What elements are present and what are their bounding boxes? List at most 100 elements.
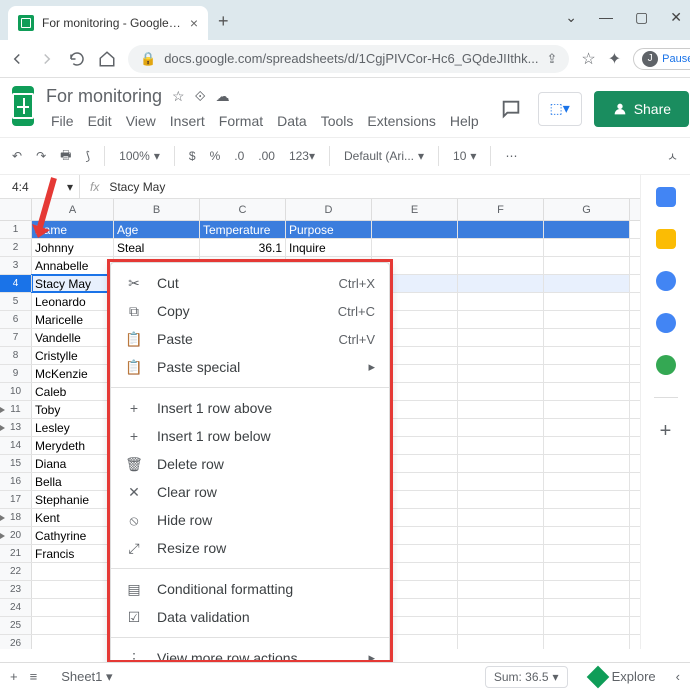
address-bar[interactable]: 🔒 docs.google.com/spreadsheets/d/1CgjPIV… xyxy=(128,45,569,73)
row-header[interactable]: 8 xyxy=(0,347,32,364)
ctx-insert-below[interactable]: +Insert 1 row below xyxy=(111,422,389,450)
cell[interactable] xyxy=(32,563,114,580)
row-header[interactable]: 6 xyxy=(0,311,32,328)
maps-icon[interactable] xyxy=(656,355,676,375)
extensions-icon[interactable]: ✦ xyxy=(608,49,621,69)
row-header[interactable]: 9 xyxy=(0,365,32,382)
browser-tab[interactable]: For monitoring - Google Sheets × xyxy=(8,6,208,40)
share-url-icon[interactable]: ⇪ xyxy=(546,51,557,67)
row-header[interactable]: 5 xyxy=(0,293,32,310)
row-header[interactable]: 1 xyxy=(0,221,32,238)
font-size[interactable]: 10▾ xyxy=(453,149,476,163)
menu-tools[interactable]: Tools xyxy=(316,111,359,131)
explore-button[interactable]: Explore xyxy=(590,669,656,685)
cell[interactable]: Merydeth xyxy=(32,437,114,454)
more-formats-icon[interactable]: 123▾ xyxy=(289,149,315,163)
cell[interactable]: Maricelle xyxy=(32,311,114,328)
row-header[interactable]: 24 xyxy=(0,599,32,616)
header-cell[interactable]: Age xyxy=(114,221,200,238)
col-header[interactable]: B xyxy=(114,199,200,220)
currency-icon[interactable]: $ xyxy=(189,149,196,163)
cell[interactable] xyxy=(32,599,114,616)
ctx-clear-row[interactable]: ✕Clear row xyxy=(111,478,389,506)
move-icon[interactable]: ⟐ xyxy=(195,88,206,105)
col-header[interactable]: A xyxy=(32,199,114,220)
add-sheet-icon[interactable]: + xyxy=(10,669,18,684)
col-header[interactable]: E xyxy=(372,199,458,220)
row-header[interactable]: 14 xyxy=(0,437,32,454)
document-title[interactable]: For monitoring xyxy=(46,86,162,107)
ctx-cut[interactable]: ✂CutCtrl+X xyxy=(111,269,389,297)
decrease-decimal-icon[interactable]: .0 xyxy=(234,149,244,163)
more-toolbar-icon[interactable]: ⋯ xyxy=(505,149,517,163)
menu-insert[interactable]: Insert xyxy=(165,111,210,131)
ctx-paste-special[interactable]: 📋Paste special▸ xyxy=(111,353,389,381)
close-tab-icon[interactable]: × xyxy=(190,15,198,31)
calendar-icon[interactable] xyxy=(656,187,676,207)
cell[interactable]: Kent xyxy=(32,509,114,526)
row-header[interactable]: 21 xyxy=(0,545,32,562)
col-header[interactable]: C xyxy=(200,199,286,220)
sheets-logo-icon[interactable] xyxy=(12,86,34,126)
header-cell[interactable]: Purpose xyxy=(286,221,372,238)
row-header[interactable]: 7 xyxy=(0,329,32,346)
all-sheets-icon[interactable]: ≡ xyxy=(30,669,38,684)
row-header[interactable]: 4 xyxy=(0,275,32,292)
col-header[interactable]: G xyxy=(544,199,630,220)
new-tab-button[interactable]: + xyxy=(218,11,229,32)
menu-extensions[interactable]: Extensions xyxy=(362,111,440,131)
tasks-icon[interactable] xyxy=(656,271,676,291)
profile-paused[interactable]: J Paused xyxy=(633,48,690,70)
keep-icon[interactable] xyxy=(656,229,676,249)
row-header[interactable]: 11 xyxy=(0,401,32,418)
header-cell[interactable]: Temperature xyxy=(200,221,286,238)
cell[interactable] xyxy=(32,635,114,649)
percent-icon[interactable]: % xyxy=(210,149,221,163)
ctx-delete-row[interactable]: 🗑Delete row xyxy=(111,450,389,478)
add-panel-icon[interactable]: + xyxy=(660,420,672,443)
star-icon[interactable]: ☆ xyxy=(172,88,185,105)
reload-icon[interactable] xyxy=(68,50,86,68)
ctx-insert-above[interactable]: +Insert 1 row above xyxy=(111,394,389,422)
row-header[interactable]: 18 xyxy=(0,509,32,526)
sheet-tab[interactable]: Sheet1 ▾ xyxy=(49,666,124,688)
comments-icon[interactable] xyxy=(496,94,526,124)
redo-icon[interactable]: ↷ xyxy=(36,149,46,163)
cloud-status-icon[interactable]: ☁ xyxy=(216,88,230,105)
minimize-icon[interactable]: — xyxy=(599,9,613,26)
contacts-icon[interactable] xyxy=(656,313,676,333)
row-header[interactable]: 23 xyxy=(0,581,32,598)
row-header[interactable]: 17 xyxy=(0,491,32,508)
menu-help[interactable]: Help xyxy=(445,111,484,131)
row-header[interactable]: 26 xyxy=(0,635,32,649)
cell[interactable]: Vandelle xyxy=(32,329,114,346)
row-header[interactable]: 15 xyxy=(0,455,32,472)
side-panel-toggle-icon[interactable]: ‹ xyxy=(676,669,680,684)
row-header[interactable]: 16 xyxy=(0,473,32,490)
col-header[interactable]: D xyxy=(286,199,372,220)
cell[interactable]: Stephanie xyxy=(32,491,114,508)
ctx-paste[interactable]: 📋PasteCtrl+V xyxy=(111,325,389,353)
cell[interactable]: Leonardo xyxy=(32,293,114,310)
menu-data[interactable]: Data xyxy=(272,111,312,131)
col-header[interactable]: F xyxy=(458,199,544,220)
cell[interactable] xyxy=(32,617,114,634)
cell[interactable]: Stacy May xyxy=(32,275,114,292)
menu-format[interactable]: Format xyxy=(214,111,268,131)
cell[interactable]: Lesley xyxy=(32,419,114,436)
cell[interactable] xyxy=(32,581,114,598)
header-cell[interactable]: Name xyxy=(32,221,114,238)
row-header[interactable]: 2 xyxy=(0,239,32,256)
cell[interactable]: Bella xyxy=(32,473,114,490)
ctx-resize-row[interactable]: ⤢Resize row xyxy=(111,534,389,562)
toolbar-collapse-icon[interactable]: ㅅ xyxy=(667,148,678,165)
cell[interactable]: Annabelle xyxy=(32,257,114,274)
row-header[interactable]: 25 xyxy=(0,617,32,634)
cell[interactable]: Caleb xyxy=(32,383,114,400)
menu-file[interactable]: File xyxy=(46,111,79,131)
cell[interactable]: Cathyrine xyxy=(32,527,114,544)
row-header[interactable]: 13 xyxy=(0,419,32,436)
zoom-dropdown[interactable]: 100%▾ xyxy=(119,149,160,163)
cell[interactable]: 36.1 xyxy=(200,239,286,256)
row-header[interactable]: 10 xyxy=(0,383,32,400)
